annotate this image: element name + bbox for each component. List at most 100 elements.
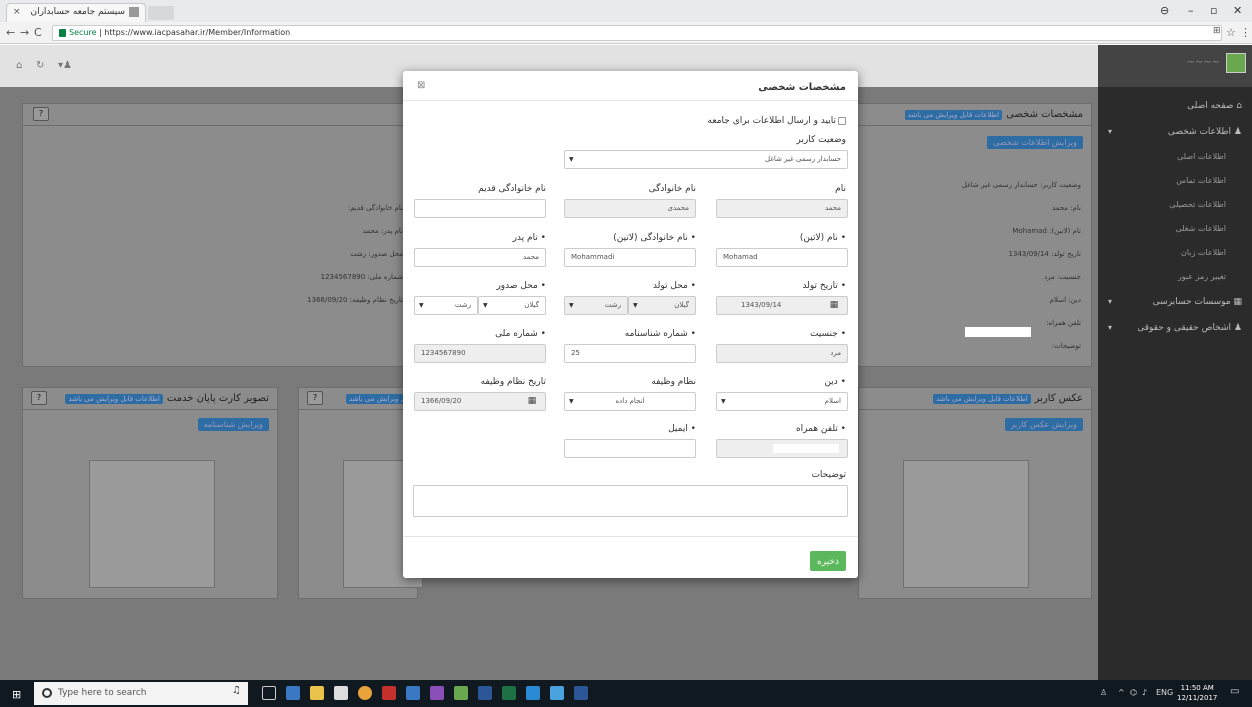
religion-select[interactable]: اسلام ▼ [716,392,848,411]
home-icon[interactable]: ⌂ [16,60,22,71]
sidebar-subitem[interactable]: اطلاعات تماس [1098,169,1252,193]
sidebar-item-home[interactable]: ⌂ صفحه اصلی [1098,93,1252,119]
excel-icon[interactable] [502,686,516,700]
maximize-icon[interactable]: ▫ [1210,4,1217,17]
confirm-checkbox[interactable] [838,116,846,125]
file-explorer-icon[interactable] [286,686,300,700]
remote-desktop-icon[interactable] [550,686,564,700]
infinity-app-icon[interactable] [406,686,420,700]
help-icon[interactable]: ? [33,107,49,121]
forward-icon[interactable]: → [20,26,29,39]
logo-text: ~~~~ [1186,57,1220,68]
volume-icon[interactable]: ♪ [1142,688,1147,697]
birth-city-select[interactable]: رشت ▼ [564,296,628,315]
panel-header: عکس کاربراطلاعات قابل ویرایش می باشد [859,388,1091,410]
edit-photo-button[interactable]: ویرایش عکس کاربر [1004,418,1083,431]
calendar-icon[interactable]: ▦ [523,393,541,410]
notifications-icon[interactable]: ▭ [1230,686,1239,697]
taskbar-search-input[interactable]: Type here to search [34,682,248,705]
first-name-latin-input[interactable]: Mohamad [716,248,848,267]
birth-province-select[interactable]: گیلان ▼ [628,296,696,315]
url-text: https://www.iacpasahar.ir/Member/Informa… [104,28,291,37]
user-status-select[interactable]: حسابدار رسمی غیر شاغل ▼ [564,150,848,169]
lock-icon [59,28,66,37]
close-icon[interactable]: ⊠ [417,80,425,91]
gender-input[interactable]: مرد [716,344,848,363]
user-menu-icon[interactable]: ▾♟ [58,60,72,71]
microphone-icon[interactable]: ♫ [232,685,241,696]
military-date-input[interactable]: 1366/09/20 ▦ [414,392,546,411]
sidebar-subitem[interactable]: اطلاعات زبان [1098,241,1252,265]
reload-icon[interactable]: C [34,26,42,39]
email-input[interactable] [564,439,696,458]
redacted-phone [965,327,1031,337]
visual-studio-icon[interactable] [430,686,444,700]
sidebar-subitem[interactable]: تغییر رمز عبور [1098,265,1252,289]
account-icon[interactable]: ⊖ [1160,4,1169,17]
issue-province-select[interactable]: گیلان ▼ [478,296,546,315]
military-select[interactable]: انجام داده ▼ [564,392,696,411]
url-input[interactable]: Secure | https://www.iacpasahar.ir/Membe… [52,25,1222,41]
tray-chevron-icon[interactable]: ^ [1118,688,1125,697]
back-icon[interactable]: ← [6,26,15,39]
calendar-icon[interactable]: ▦ [825,297,843,314]
national-id-input[interactable]: 1234567890 [414,344,546,363]
old-last-name-input[interactable] [414,199,546,218]
sidebar-subitem[interactable]: اطلاعات تحصیلی [1098,193,1252,217]
task-view-icon[interactable] [262,686,276,700]
app-icon[interactable] [454,686,468,700]
sidebar-item-label: موسسات حسابرسی [1152,297,1231,307]
sidebar-item-persons[interactable]: ♟ اشخاص حقیقی و حقوقی ▾ [1098,315,1252,341]
issue-place-label: • محل صدور [496,281,546,291]
id-number-label: • شماره شناسنامه [624,329,696,339]
browser-tab[interactable]: سیستم جامعه حسابداران × [6,3,146,22]
people-icon[interactable]: ♙ [1100,688,1107,697]
national-id-label: • شماره ملی [495,329,546,339]
pdf-reader-icon[interactable] [382,686,396,700]
first-name-latin-label: • نام (لاتین) [799,233,846,243]
sidebar-subitem[interactable]: اطلاعات اصلی [1098,145,1252,169]
help-icon[interactable]: ? [31,391,47,405]
sidebar-subitem[interactable]: اطلاعات شغلی [1098,217,1252,241]
issue-city-select[interactable]: رشت ▼ [414,296,478,315]
edge-icon[interactable] [526,686,540,700]
caret-down-icon: ▼ [569,398,574,405]
edit-id-button[interactable]: ویرایش شناسنامه [197,418,269,431]
edit-personal-button[interactable]: ویرایش اطلاعات شخصی [987,136,1083,149]
network-icon[interactable]: ⌬ [1130,688,1137,697]
bookmark-star-icon[interactable]: ☆ [1226,26,1236,39]
tab-close-icon[interactable]: × [13,4,21,21]
last-name-input[interactable]: محمدی [564,199,696,218]
chrome-icon[interactable] [358,686,372,700]
new-tab-button[interactable] [148,6,174,20]
close-window-icon[interactable]: ✕ [1233,4,1242,17]
first-name-label: نام [835,184,846,194]
windows-start-icon[interactable]: ⊞ [12,688,21,701]
secure-label: Secure [69,28,97,37]
editable-badge: ل ویرایش می باشد [346,394,409,404]
refresh-icon[interactable]: ↻ [36,60,44,71]
save-button[interactable]: ذخیره [810,551,846,571]
minimize-icon[interactable]: – [1188,4,1194,17]
sidebar-item-personal[interactable]: ♟ اطلاعات شخصی ▾ [1098,119,1252,145]
father-name-input[interactable]: محمد [414,248,546,267]
browser-tab-bar: سیستم جامعه حسابداران × ⊖ – ▫ ✕ [0,0,1252,22]
last-name-latin-input[interactable]: Mohammadi [564,248,696,267]
caret-down-icon: ▼ [483,302,488,309]
birth-date-input[interactable]: ▦ 1343/09/14 [716,296,848,315]
word-doc-icon[interactable] [574,686,588,700]
mail-icon[interactable] [334,686,348,700]
store-icon[interactable] [310,686,324,700]
word-icon[interactable] [478,686,492,700]
language-indicator[interactable]: ENG [1156,688,1173,697]
confirm-checkbox-row[interactable]: تایید و ارسال اطلاعات برای جامعه [708,116,846,126]
sidebar-item-audit-firms[interactable]: ▦ موسسات حسابرسی ▾ [1098,289,1252,315]
first-name-input[interactable]: محمد [716,199,848,218]
description-textarea[interactable] [413,485,848,517]
help-icon[interactable]: ? [307,391,323,405]
mobile-input[interactable] [716,439,848,458]
menu-dots-icon[interactable]: ⋮ [1240,26,1251,39]
id-number-input[interactable]: 25 [564,344,696,363]
translate-icon[interactable]: ⊞ [1213,26,1221,36]
taskbar-clock[interactable]: 11:50 AM 12/11/2017 [1177,683,1217,703]
